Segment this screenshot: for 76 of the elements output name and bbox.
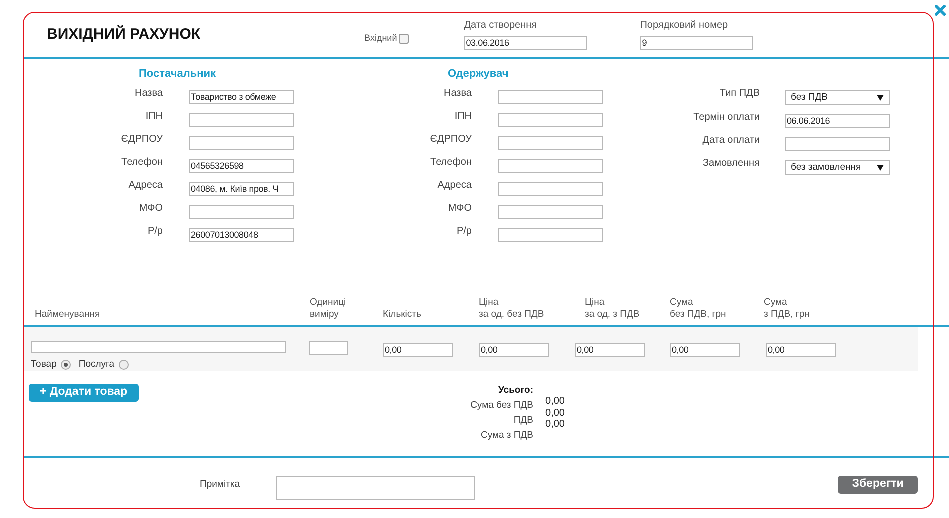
close-icon[interactable]: [935, 5, 946, 16]
column-header: Ціна за од. з ПДВ: [585, 297, 641, 321]
section-heading: Одержувач: [448, 67, 509, 82]
input-field[interactable]: 04086, м. Київ пров. Ч: [189, 182, 294, 196]
field-label: ЄДРПОУ: [429, 134, 472, 146]
amount-field[interactable]: 0,00: [766, 343, 836, 357]
select-field[interactable]: без замовлення: [785, 160, 890, 175]
field-label: Тип ПДВ: [718, 88, 760, 100]
field-label: Р/р: [146, 226, 163, 238]
field-label: Телефон: [120, 156, 163, 168]
amount-field[interactable]: 0,00: [670, 343, 740, 357]
input-field[interactable]: [189, 112, 294, 126]
checkbox-label: Вхідний: [364, 32, 398, 46]
radio-label: Товар: [31, 358, 57, 372]
input-field[interactable]: Товариство з обмеже: [189, 90, 294, 104]
amount-field[interactable]: 0,00: [575, 343, 645, 357]
input-field[interactable]: [189, 204, 294, 218]
column-header: Ціна за од. без ПДВ: [479, 297, 546, 321]
amount-field[interactable]: 0,00: [383, 343, 453, 357]
select-field[interactable]: без ПДВ: [785, 90, 890, 105]
input-field[interactable]: [785, 137, 890, 151]
input-field[interactable]: [498, 136, 603, 150]
input-field[interactable]: [498, 158, 603, 172]
total-value: 0,00: [546, 396, 565, 408]
field-label: Термін оплати: [692, 112, 760, 124]
input-field[interactable]: 26007013008048: [189, 228, 294, 242]
input-field[interactable]: [498, 204, 603, 218]
column-header: Сума з ПДВ, грн: [764, 297, 811, 321]
field-label: ІПН: [454, 110, 472, 122]
total-label: Сума з ПДВ: [480, 429, 534, 444]
field-label: МФО: [447, 202, 472, 214]
input-field[interactable]: [309, 341, 348, 355]
input-field[interactable]: 04565326598: [189, 158, 294, 172]
radio-label: Послуга: [78, 358, 115, 372]
date-field[interactable]: 03.06.2016: [464, 36, 588, 50]
input-field[interactable]: [498, 228, 603, 242]
input-field[interactable]: [498, 112, 603, 126]
field-label: ЄДРПОУ: [120, 134, 163, 146]
caret-icon: [877, 94, 884, 100]
field-label: Дата оплати: [702, 135, 760, 147]
input-field[interactable]: [189, 136, 294, 150]
field-label: Назва: [442, 88, 472, 100]
field-label: Назва: [134, 88, 163, 100]
field-label: МФО: [138, 202, 163, 214]
note-label: Примітка: [200, 478, 240, 492]
column-header: Найменування: [35, 309, 102, 321]
section-heading: Постачальник: [139, 67, 216, 82]
field-label: Адреса: [128, 180, 163, 192]
total-value: 0,00: [546, 408, 565, 419]
radio-button[interactable]: [118, 360, 129, 370]
total-label: Сума без ПДВ: [470, 399, 534, 414]
amount-field[interactable]: 0,00: [479, 343, 549, 357]
totals-heading: Усього:: [498, 384, 534, 398]
field-label: Дата створення: [464, 19, 538, 33]
dialog-title: ВИХІДНИЙ РАХУНОК: [47, 24, 201, 45]
field-label: Р/р: [456, 226, 472, 238]
field-label: ІПН: [144, 110, 163, 122]
total-value: 0,00: [546, 419, 565, 430]
field-label: Замовлення: [702, 158, 760, 170]
input-field[interactable]: 9: [640, 36, 754, 50]
field-label: Телефон: [430, 156, 472, 168]
field-label: Порядковий номер: [640, 19, 730, 33]
save-button[interactable]: Зберегти: [838, 476, 918, 494]
incoming-checkbox[interactable]: [399, 34, 410, 44]
note-field[interactable]: [276, 476, 476, 500]
column-header: Сума без ПДВ, грн: [670, 297, 728, 321]
input-field[interactable]: [31, 341, 286, 353]
caret-icon: [877, 164, 884, 170]
column-header: Одиниці виміру: [310, 297, 348, 321]
radio-button[interactable]: [60, 360, 71, 370]
input-field[interactable]: 06.06.2016: [785, 114, 890, 128]
column-header: Кількість: [383, 309, 422, 321]
total-label: ПДВ: [514, 414, 534, 428]
field-label: Адреса: [436, 180, 472, 192]
input-field[interactable]: [498, 90, 603, 104]
input-field[interactable]: [498, 182, 603, 196]
